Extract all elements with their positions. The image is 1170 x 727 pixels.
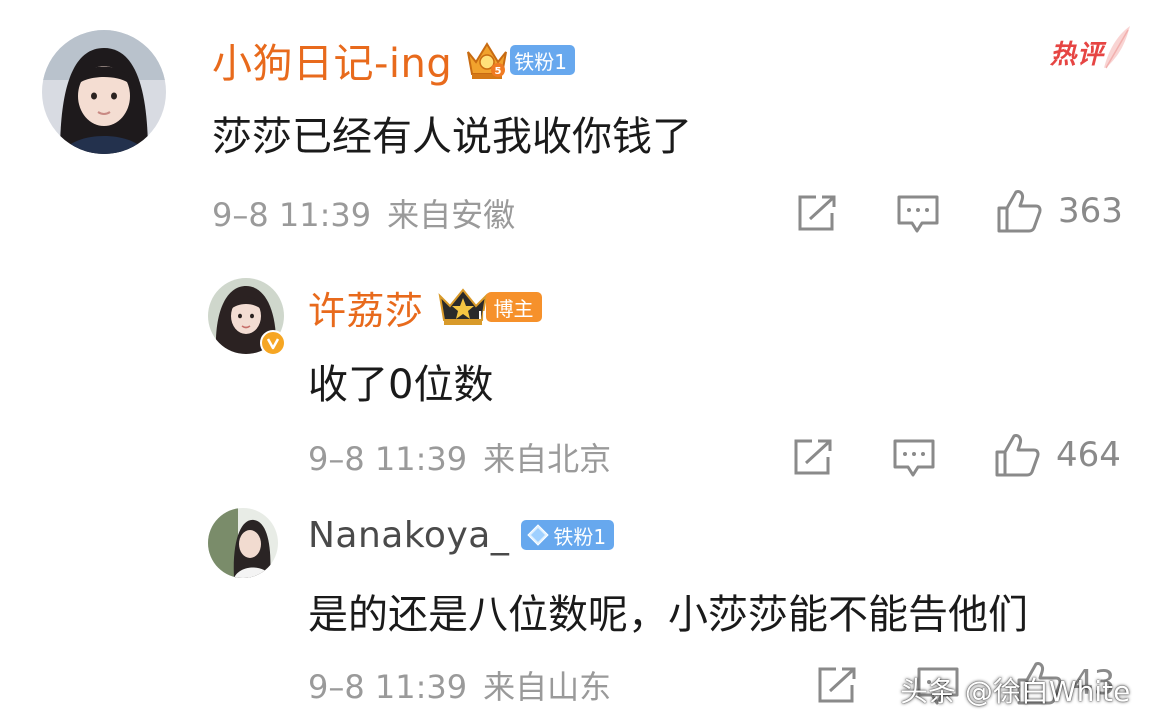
like-icon — [995, 434, 1040, 477]
blogger-badge: 博主 — [485, 292, 542, 322]
comment-meta: 9–8 11:39 来自北京 — [308, 434, 611, 480]
comment-location: 来自安徽 — [387, 196, 516, 234]
like-count: 464 — [1056, 435, 1121, 475]
share-button[interactable] — [816, 665, 858, 705]
comment-text: 收了0位数 — [308, 362, 494, 408]
watermark: 头条 @徐白White — [900, 675, 1131, 708]
like-button[interactable]: 363 — [996, 188, 1123, 234]
reply-item: 许荔莎 II 博主 收了0位数 9–8 11:39 来自北京 464 — [0, 260, 1170, 490]
avatar[interactable] — [42, 30, 166, 154]
share-button[interactable] — [792, 437, 834, 477]
comment-icon — [893, 439, 935, 477]
share-icon — [794, 439, 832, 475]
comment-date: 9–8 11:39 — [212, 196, 372, 234]
comment-date: 9–8 11:39 — [308, 668, 468, 706]
comment-item: 小狗日记-ing 5 铁粉1 莎莎已经有人说我收你钱了 9–8 11:39 来自安… — [0, 0, 1170, 250]
comment-meta: 9–8 11:39 来自安徽 — [212, 190, 515, 236]
comment-text: 莎莎已经有人说我收你钱了 — [212, 114, 692, 160]
diamond-icon — [527, 524, 550, 546]
share-icon — [818, 667, 856, 703]
username[interactable]: Nanakoya_ — [308, 515, 509, 556]
comment-icon — [897, 195, 939, 233]
blogger-badge-label: 博主 — [493, 296, 534, 321]
fan-badge: 铁粉1 — [521, 520, 615, 550]
star-crown-icon: II — [438, 288, 488, 325]
like-button[interactable]: 464 — [994, 432, 1121, 478]
svg-text:II: II — [478, 309, 486, 322]
comment-location: 来自山东 — [483, 668, 612, 706]
username[interactable]: 许荔莎 — [308, 280, 424, 335]
comment-text: 是的还是八位数呢，小莎莎能不能告他们 — [308, 592, 1028, 638]
like-count: 363 — [1058, 191, 1123, 231]
crown-medal-icon: 5 — [467, 42, 508, 79]
reply-button[interactable] — [892, 437, 936, 479]
comment-meta: 9–8 11:39 来自山东 — [308, 662, 611, 708]
like-icon — [997, 190, 1042, 233]
username[interactable]: 小狗日记-ing — [212, 31, 452, 89]
share-button[interactable] — [796, 193, 838, 233]
verified-icon — [260, 330, 286, 356]
avatar[interactable] — [208, 508, 278, 578]
fan-badge-label: 铁粉1 — [553, 524, 607, 549]
share-icon — [798, 195, 836, 231]
comment-date: 9–8 11:39 — [308, 440, 468, 478]
fan-badge-label: 铁粉1 — [514, 49, 568, 74]
svg-text:5: 5 — [495, 66, 502, 77]
fan-badge: 铁粉1 — [510, 45, 576, 75]
reply-button[interactable] — [896, 193, 940, 235]
comment-location: 来自北京 — [483, 440, 612, 478]
